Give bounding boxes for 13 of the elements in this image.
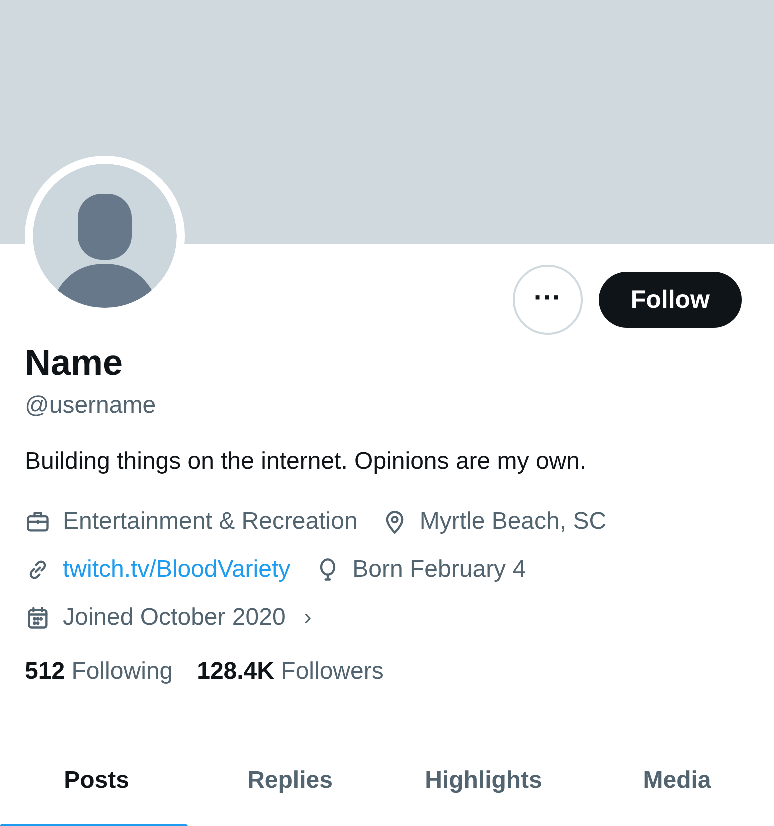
detail-text: Joined October 2020: [63, 604, 286, 632]
detail-text: Entertainment & Recreation: [63, 508, 358, 536]
stat-link[interactable]: 512 Following: [25, 658, 174, 686]
username: @username: [25, 391, 158, 421]
follow-button[interactable]: Follow: [598, 272, 742, 328]
calendar-icon: [25, 605, 51, 631]
display-name: Name: [25, 341, 124, 385]
detail-text: Born February 4: [352, 556, 526, 584]
stat-link[interactable]: 128.4K Followers: [197, 658, 384, 686]
chevron-icon[interactable]: ›: [304, 604, 312, 632]
detail-text: Myrtle Beach, SC: [420, 508, 607, 536]
more-button[interactable]: ···: [512, 265, 583, 335]
bio-text: Building things on the internet. Opinions are my own.: [25, 447, 588, 477]
